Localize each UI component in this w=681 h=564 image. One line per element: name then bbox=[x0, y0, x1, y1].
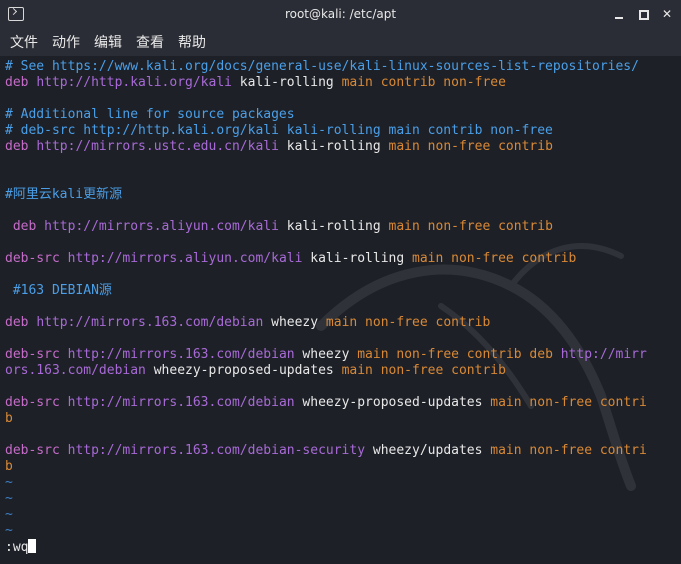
editor-line: # See https://www.kali.org/docs/general-… bbox=[5, 59, 665, 75]
editor-line: ors.163.com/debian wheezy-proposed-updat… bbox=[5, 363, 665, 379]
menu-action[interactable]: 动作 bbox=[52, 32, 80, 52]
editor-line: deb http://mirrors.ustc.edu.cn/kali kali… bbox=[5, 139, 665, 155]
line-segment: http://mirr bbox=[560, 347, 647, 362]
text-cursor bbox=[28, 539, 37, 553]
line-segment: http://mirrors.aliyun.com/kali bbox=[67, 251, 303, 266]
editor-line: deb-src http://mirrors.163.com/debian wh… bbox=[5, 395, 665, 411]
editor-line: #163 DEBIAN源 bbox=[5, 283, 665, 299]
line-segment: ors.163.com/debian bbox=[5, 363, 146, 378]
editor-line: # deb-src http://http.kali.org/kali kali… bbox=[5, 123, 665, 139]
line-segment: ~ bbox=[5, 507, 13, 522]
line-segment: b bbox=[5, 411, 13, 426]
line-segment: http://mirrors.163.com/debian bbox=[36, 315, 264, 330]
editor-line: ~ bbox=[5, 475, 665, 491]
editor-line: :wq bbox=[5, 539, 665, 555]
line-segment: # See https://www.kali.org/docs/general-… bbox=[5, 59, 639, 74]
line-segment: http://mirrors.163.com/debian bbox=[67, 395, 295, 410]
title-bar[interactable]: root@kali: /etc/apt ✕ bbox=[0, 0, 681, 28]
line-segment: main contrib non-free bbox=[341, 75, 506, 90]
maximize-icon[interactable] bbox=[637, 8, 649, 20]
line-segment: ~ bbox=[5, 523, 13, 538]
editor-line: deb http://mirrors.163.com/debian wheezy… bbox=[5, 315, 665, 331]
line-segment: kali-rolling bbox=[278, 139, 389, 154]
line-segment: b bbox=[5, 459, 13, 474]
editor-line: ~ bbox=[5, 491, 665, 507]
line-segment: #163 DEBIAN源 bbox=[5, 283, 112, 298]
line-segment: http://mirrors.163.com/debian-security bbox=[67, 443, 366, 458]
window-title: root@kali: /etc/apt bbox=[284, 7, 397, 21]
menu-edit[interactable]: 编辑 bbox=[94, 32, 122, 52]
line-segment: main non-free contri bbox=[490, 443, 647, 458]
editor-lines: # See https://www.kali.org/docs/general-… bbox=[5, 59, 665, 555]
close-icon[interactable]: ✕ bbox=[661, 8, 673, 20]
menu-help[interactable]: 帮助 bbox=[178, 32, 206, 52]
line-segment: main non-free contrib bbox=[412, 251, 577, 266]
editor-line: #阿里云kali更新源 bbox=[5, 187, 665, 203]
line-segment: #阿里云kali更新源 bbox=[5, 187, 123, 202]
line-segment: deb bbox=[5, 315, 37, 330]
line-segment: :wq bbox=[5, 540, 29, 555]
line-segment: wheezy-proposed-updates bbox=[145, 363, 342, 378]
line-segment: main non-free contri bbox=[490, 395, 647, 410]
editor-line: ~ bbox=[5, 507, 665, 523]
line-segment: wheezy-proposed-updates bbox=[294, 395, 491, 410]
editor-line: deb-src http://mirrors.163.com/debian-se… bbox=[5, 443, 665, 459]
line-segment: main non-free contrib bbox=[325, 315, 491, 330]
line-segment: ~ bbox=[5, 475, 13, 490]
menu-bar: 文件 动作 编辑 查看 帮助 bbox=[0, 28, 681, 56]
menu-view[interactable]: 查看 bbox=[136, 32, 164, 52]
editor-line: deb-src http://mirrors.aliyun.com/kali k… bbox=[5, 251, 665, 267]
editor-line: ~ bbox=[5, 523, 665, 539]
line-segment: main non-free contrib bbox=[388, 139, 553, 154]
minimize-icon[interactable] bbox=[613, 8, 625, 20]
editor-line: deb-src http://mirrors.163.com/debian wh… bbox=[5, 347, 665, 363]
editor-line: deb http://mirrors.aliyun.com/kali kali-… bbox=[5, 219, 665, 235]
line-segment: deb-src bbox=[5, 395, 68, 410]
line-segment: # deb-src http://http.kali.org/kali kali… bbox=[5, 123, 553, 138]
line-segment: main non-free contrib bbox=[388, 219, 553, 234]
line-segment: deb-src bbox=[5, 251, 68, 266]
line-segment: deb bbox=[5, 139, 37, 154]
line-segment: wheezy bbox=[294, 347, 358, 362]
menu-file[interactable]: 文件 bbox=[10, 32, 38, 52]
line-segment: main non-free contrib deb bbox=[357, 347, 561, 362]
line-segment: http://http.kali.org/kali bbox=[36, 75, 232, 90]
line-segment: kali-rolling bbox=[302, 251, 413, 266]
line-segment: http://mirrors.163.com/debian bbox=[67, 347, 295, 362]
editor-line: b bbox=[5, 459, 665, 475]
editor-line: deb http://http.kali.org/kali kali-rolli… bbox=[5, 75, 665, 91]
line-segment: ~ bbox=[5, 491, 13, 506]
line-segment: wheezy bbox=[263, 315, 326, 330]
editor-line: b bbox=[5, 411, 665, 427]
line-segment: http://mirrors.ustc.edu.cn/kali bbox=[36, 139, 279, 154]
line-segment: deb bbox=[5, 219, 45, 234]
line-segment: deb bbox=[5, 75, 37, 90]
line-segment: deb-src bbox=[5, 347, 68, 362]
window-controls: ✕ bbox=[613, 0, 673, 28]
line-segment: deb-src bbox=[5, 443, 68, 458]
line-segment: http://mirrors.aliyun.com/kali bbox=[44, 219, 279, 234]
terminal-window: root@kali: /etc/apt ✕ 文件 动作 编辑 查看 帮助 # S… bbox=[0, 0, 681, 564]
line-segment: # Additional line for source packages bbox=[5, 107, 295, 122]
line-segment: kali-rolling bbox=[231, 75, 342, 90]
terminal-content[interactable]: # See https://www.kali.org/docs/general-… bbox=[0, 56, 681, 564]
line-segment: wheezy/updates bbox=[365, 443, 491, 458]
line-segment: kali-rolling bbox=[278, 219, 389, 234]
editor-line: # Additional line for source packages bbox=[5, 107, 665, 123]
line-segment: main non-free contrib bbox=[341, 363, 506, 378]
